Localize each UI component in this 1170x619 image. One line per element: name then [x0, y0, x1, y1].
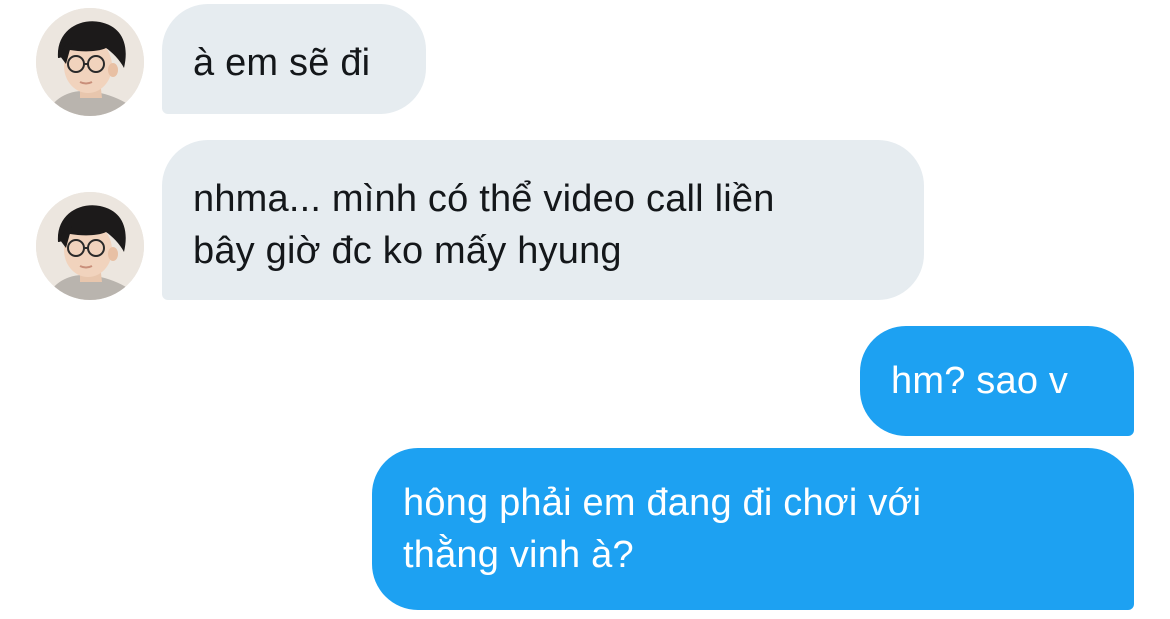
contact-avatar[interactable] — [36, 8, 144, 116]
outgoing-message-bubble[interactable]: hm? sao v — [860, 326, 1134, 436]
incoming-message-bubble[interactable]: à em sẽ đi — [162, 4, 426, 114]
outgoing-message-bubble[interactable]: hông phải em đang đi chơi với thằng vinh… — [372, 448, 1134, 610]
avatar-photo-icon — [36, 192, 144, 300]
contact-avatar[interactable] — [36, 192, 144, 300]
incoming-message-bubble[interactable]: nhma... mình có thể video call liền bây … — [162, 140, 924, 300]
avatar-photo-icon — [36, 8, 144, 116]
